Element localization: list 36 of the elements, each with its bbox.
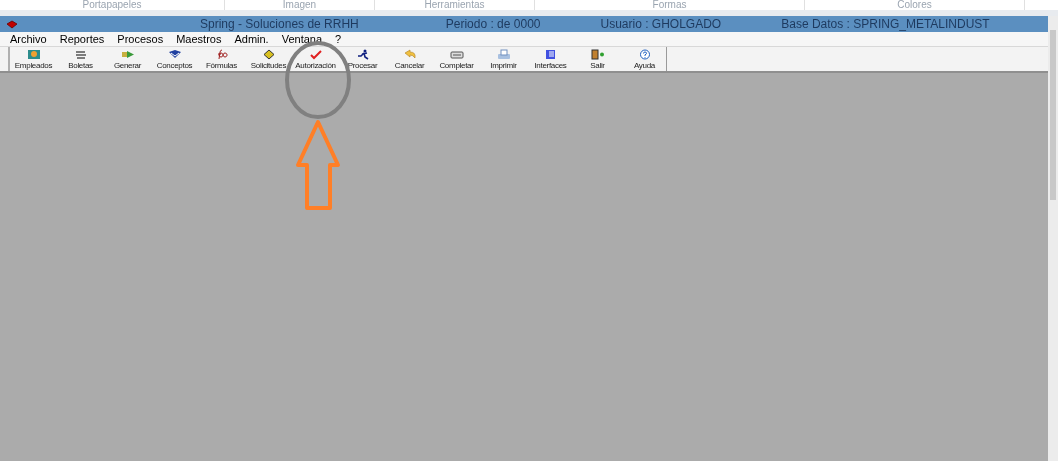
undo-icon: [402, 49, 417, 60]
toolbar-button[interactable]: Fórmulas: [198, 47, 245, 71]
toolbar-button[interactable]: Cancelar: [386, 47, 433, 71]
toolbar-button[interactable]: Imprimir: [480, 47, 527, 71]
menu-item[interactable]: Archivo: [10, 30, 47, 48]
database-label: Base Datos : SPRING_METALINDUST: [781, 18, 990, 30]
diamond-icon: [261, 49, 276, 60]
toolbar-button[interactable]: Conceptos: [151, 47, 198, 71]
usuario-label: Usuario : GHOLGADO: [600, 18, 722, 30]
toolbar-button[interactable]: Procesar: [339, 47, 386, 71]
menu-item[interactable]: Reportes: [59, 30, 105, 48]
toolbar-button[interactable]: Empleados: [10, 47, 57, 71]
menu-item[interactable]: Maestros: [176, 30, 222, 48]
toolbar-button[interactable]: Boletas: [57, 47, 104, 71]
menu-item[interactable]: Admin.: [234, 30, 269, 48]
doc-icon: [543, 49, 558, 60]
menu-item[interactable]: Procesos: [117, 30, 164, 48]
toolbar-button[interactable]: Autorización: [292, 47, 339, 71]
play-icon: [120, 49, 135, 60]
toolbar-button[interactable]: Interfaces: [527, 47, 574, 71]
toolbar-button[interactable]: Solicitudes: [245, 47, 292, 71]
window-title: Spring - Soluciones de RRHH: [200, 18, 359, 30]
toolbar-button[interactable]: Completar: [433, 47, 480, 71]
toolbar-button[interactable]: Ayuda: [621, 47, 668, 71]
toolbar-button[interactable]: Salir: [574, 47, 621, 71]
print-icon: [496, 49, 511, 60]
people-icon: [26, 49, 41, 60]
runner-icon: [355, 49, 370, 60]
exit-icon: [590, 49, 605, 60]
scrollbar[interactable]: [1048, 16, 1058, 461]
periodo-label: Periodo : de 0000: [445, 18, 541, 30]
app-icon: [6, 19, 18, 29]
toolbar-button[interactable]: Generar: [104, 47, 151, 71]
check-icon: [308, 49, 323, 60]
help-icon: [637, 49, 652, 60]
menu-item[interactable]: ?: [335, 30, 342, 48]
